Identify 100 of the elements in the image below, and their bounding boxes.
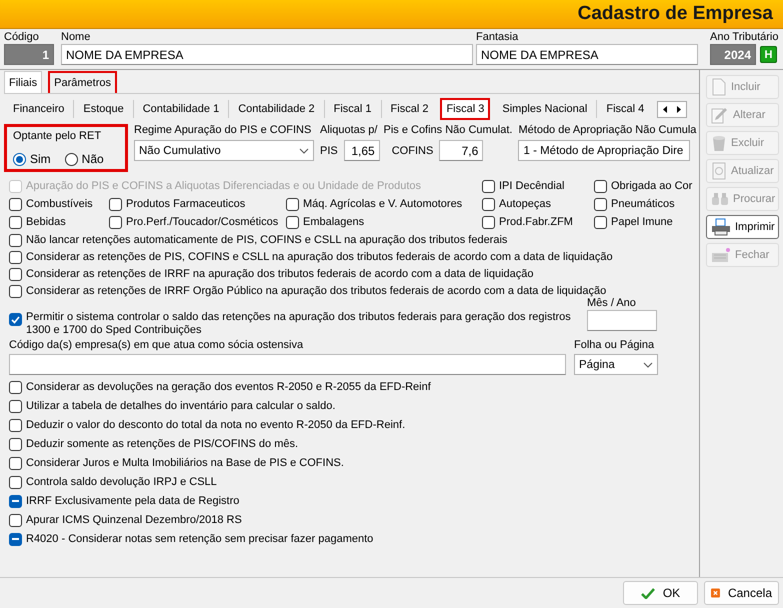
dash-icon <box>12 500 19 502</box>
checkbox-label: Máq. Agrícolas e V. Automotores <box>303 198 462 210</box>
checkbox[interactable] <box>482 180 495 192</box>
checkbox[interactable] <box>9 380 22 394</box>
checkbox-label: Pro.Perf./Toucador/Cosméticos <box>126 216 278 228</box>
tab[interactable]: Filiais <box>4 71 42 93</box>
radio-label: Sim <box>30 152 51 166</box>
field-label: Folha ou Página <box>574 339 656 351</box>
checkbox-label: Pneumáticos <box>611 198 675 210</box>
name-field[interactable]: NOME DA EMPRESA <box>61 44 473 65</box>
method-select[interactable]: 1 - Método de Apropriação Dire <box>518 140 690 161</box>
checkbox-label: Apurar ICMS Quinzenal Dezembro/2018 RS <box>26 514 242 526</box>
checkbox[interactable] <box>9 476 22 488</box>
month-year-field[interactable] <box>587 310 657 331</box>
tab[interactable]: Contabilidade 2 <box>232 98 321 120</box>
field-label: Pis e Cofins Não Cumulat. <box>383 124 512 136</box>
checkbox-label: Considerar as retenções de IRRF Orgão Público na apuração dos tributos federais de acordo com a data de liquidação <box>26 285 606 297</box>
toolbar-button[interactable]: Imprimir <box>706 215 779 239</box>
checkbox[interactable] <box>482 198 495 210</box>
checkbox[interactable] <box>9 456 22 470</box>
checkbox-label: Papel Imune <box>611 216 673 228</box>
field-label: Nome <box>61 31 92 43</box>
checkbox[interactable] <box>9 313 22 326</box>
tab[interactable]: Parâmetros <box>48 71 117 93</box>
tab[interactable]: Estoque <box>77 98 130 120</box>
cancel-button[interactable]: Cancela <box>704 581 779 605</box>
year-field[interactable]: 2024 <box>710 44 756 65</box>
checkbox[interactable] <box>9 418 22 432</box>
page-select[interactable]: Página <box>574 354 658 375</box>
checkbox[interactable] <box>9 216 22 228</box>
checkmark-icon <box>640 588 655 598</box>
checkbox-label: Autopeças <box>499 198 551 210</box>
checkbox[interactable] <box>109 216 122 228</box>
checkbox[interactable] <box>9 494 22 508</box>
checkbox-label: Bebidas <box>26 216 66 228</box>
checkbox[interactable] <box>9 250 22 264</box>
checkbox-label: Não lancar retenções automaticamente de PIS, COFINS e CSLL na apuração dos tributos federais <box>26 234 508 246</box>
chevron-down-icon <box>643 362 653 368</box>
checkbox[interactable] <box>9 198 22 210</box>
pis-field[interactable]: 1,65 <box>344 140 380 161</box>
binoculars-icon <box>711 192 729 206</box>
checkbox[interactable] <box>594 198 607 210</box>
checkbox-label: Considerar as retenções de PIS, COFINS e CSLL na apuração dos tributos federais de acordo com a data de liquidação <box>26 251 613 263</box>
checkbox[interactable] <box>594 180 607 192</box>
checkbox-label: Embalagens <box>303 216 364 228</box>
checkbox[interactable] <box>109 198 122 210</box>
checkbox[interactable] <box>9 400 22 412</box>
checkbox-label: Combustíveis <box>26 198 93 210</box>
keyboard-icon <box>711 247 731 263</box>
checkbox-label: Apuração do PIS e COFINS a Aliquotas Diferenciadas e ou Unidade de Produtos <box>26 180 422 192</box>
checkbox[interactable] <box>482 216 495 228</box>
document-icon <box>711 78 727 96</box>
field-label: Ano Tributário <box>710 31 778 43</box>
checkbox-label: Considerar as devoluções na geração dos eventos R-2050 e R-2055 da EFD-Reinf <box>26 381 431 393</box>
checkbox-label: Obrigada ao Cor <box>611 180 692 192</box>
checkbox-label: Produtos Farmaceuticos <box>126 198 246 210</box>
tab[interactable]: Fiscal 4 <box>600 98 650 120</box>
tab[interactable]: Simples Nacional <box>496 98 594 120</box>
chevron-down-icon <box>299 148 309 154</box>
checkbox[interactable] <box>9 234 22 246</box>
regime-select[interactable]: Não Cumulativo <box>134 140 314 161</box>
checkbox[interactable] <box>286 198 299 210</box>
arrow-left-icon <box>663 106 668 112</box>
window-title: Cadastro de Empresa <box>578 3 773 25</box>
checkbox-label: Considerar Juros e Multa Imobiliários na Base de PIS e COFINS. <box>26 457 344 469</box>
trash-icon <box>711 134 727 152</box>
field-label: COFINS <box>392 144 434 156</box>
tab[interactable]: Fiscal 3 <box>440 98 490 120</box>
checkbox-label: Considerar as retenções de IRRF na apuração dos tributos federais de acordo com a data de liquidação <box>26 268 534 280</box>
checkbox[interactable] <box>9 514 22 526</box>
checkbox[interactable] <box>9 438 22 450</box>
trade-name-field[interactable]: NOME DA EMPRESA <box>476 44 698 65</box>
checkbox-label: Deduzir o valor do desconto do total da nota no evento R-2050 da EFD-Reinf. <box>26 419 406 431</box>
tab[interactable]: Financeiro <box>7 98 70 120</box>
field-label: Regime Apuração do PIS e COFINS <box>134 124 312 136</box>
tab[interactable]: Fiscal 2 <box>384 98 434 120</box>
field-label: Aliquotas p/ <box>320 124 378 136</box>
checkbox-label: Prod.Fabr.ZFM <box>499 216 573 228</box>
checkbox[interactable] <box>286 216 299 228</box>
ok-button[interactable]: OK <box>623 581 698 605</box>
group-label: Optante pelo RET <box>13 130 102 142</box>
radio-button[interactable] <box>64 152 78 166</box>
field-label: Método de Apropriação Não Cumula <box>518 124 696 136</box>
checkbox[interactable] <box>9 532 22 546</box>
radio-button[interactable] <box>13 152 26 166</box>
tab[interactable]: Contabilidade 1 <box>136 98 226 120</box>
checkbox-label: IPI Decêndial <box>499 180 564 192</box>
field-label: Código <box>4 31 40 43</box>
checkbox[interactable] <box>594 216 607 228</box>
radio-label: Não <box>82 152 104 166</box>
field-label: Fantasia <box>476 31 520 43</box>
checkbox[interactable] <box>9 284 22 298</box>
partner-code-field[interactable] <box>9 354 566 375</box>
field-label: Código da(s) empresa(s) em que atua como sócia ostensiva <box>9 339 304 351</box>
tab[interactable]: Fiscal 1 <box>328 98 378 120</box>
code-field[interactable]: 1 <box>4 44 54 65</box>
cofins-field[interactable]: 7,6 <box>439 140 484 161</box>
checkbox[interactable] <box>9 268 22 280</box>
checkbox-label: Controla saldo devolução IRPJ e CSLL <box>26 476 217 488</box>
dash-icon <box>12 538 19 540</box>
